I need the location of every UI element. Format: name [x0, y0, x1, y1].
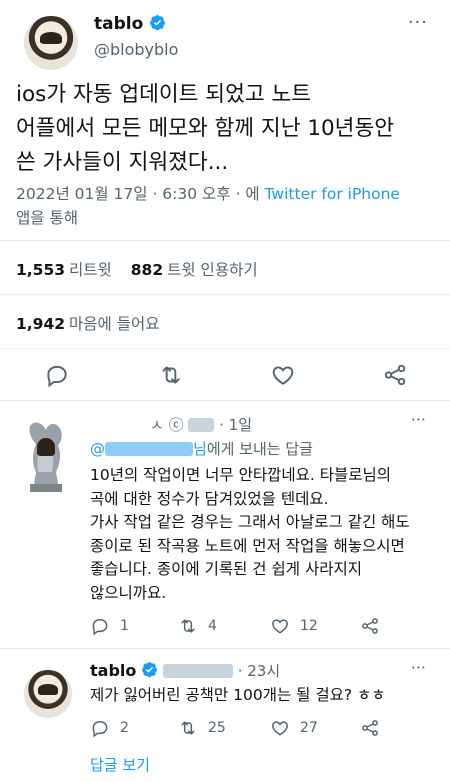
source-suffix: 앱을 통해 — [16, 209, 78, 227]
avatar[interactable] — [24, 16, 78, 70]
reply-button[interactable]: 2 — [90, 718, 129, 738]
reply-actions: 2 25 27 — [90, 718, 440, 742]
timestamp[interactable]: · 23시 — [238, 662, 280, 680]
reply-icon — [92, 618, 108, 636]
divider — [0, 348, 450, 349]
retweet-stats: 1,553 리트윗 882 트윗 인용하기 — [16, 258, 258, 280]
source-link[interactable]: Twitter for iPhone — [265, 185, 400, 203]
more-icon[interactable]: ··· — [411, 410, 426, 429]
like-button[interactable]: 12 — [270, 616, 318, 636]
reply-text: 제가 잃어버린 공책만 100개는 될 걸요? ㅎㅎ — [90, 686, 386, 704]
more-icon[interactable]: ··· — [411, 658, 426, 677]
avatar[interactable] — [24, 670, 72, 718]
reply-icon[interactable] — [44, 362, 70, 388]
like-icon — [272, 721, 288, 736]
share-button[interactable] — [360, 616, 380, 636]
retweet-button[interactable]: 4 — [178, 616, 217, 636]
likes-stats[interactable]: 1,942 마음에 들어요 — [16, 312, 160, 334]
verified-badge-icon — [150, 15, 166, 31]
redacted-name — [188, 418, 215, 432]
retweets-link[interactable]: 1,553 리트윗 — [16, 261, 112, 279]
retweet-icon — [181, 619, 195, 633]
reply-text: 10년의 작업이면 너무 안타깝네요. 타블로님의 곡에 대한 정수가 담겨있었… — [90, 466, 410, 602]
author-handle[interactable]: @blobyblo — [94, 40, 178, 59]
retweet-icon — [181, 721, 195, 735]
redacted-handle — [162, 664, 233, 678]
more-icon[interactable]: ··· — [408, 12, 428, 33]
divider — [0, 240, 450, 241]
statue-avatar-icon — [29, 422, 62, 492]
timestamp[interactable]: 2022년 01월 17일 · 6:30 오후 · 에 — [16, 185, 265, 203]
share-button[interactable] — [360, 718, 380, 738]
author-name[interactable]: tablo — [94, 14, 166, 34]
reply-header: ㅅ ⓒ · 1일 — [150, 416, 253, 434]
avatar[interactable] — [24, 414, 68, 494]
redacted-mention[interactable] — [105, 442, 193, 456]
like-icon[interactable] — [270, 362, 296, 388]
tweet-meta: 2022년 01월 17일 · 6:30 오후 · 에 Twitter for … — [16, 182, 436, 230]
share-icon[interactable] — [382, 362, 408, 388]
tweet-text: ios가 자동 업데이트 되었고 노트 어플에서 모든 메모와 함께 지난 10… — [16, 82, 395, 175]
replying-to: @ 님에게 보내는 답글 — [90, 440, 313, 458]
reply-button[interactable]: 1 — [90, 616, 129, 636]
quotes-link[interactable]: 882 트윗 인용하기 — [131, 261, 258, 279]
like-button[interactable]: 27 — [270, 718, 318, 738]
show-replies-link[interactable]: 답글 보기 — [90, 754, 150, 775]
reply-actions: 1 4 12 — [90, 616, 440, 640]
retweet-button[interactable]: 25 — [178, 718, 226, 738]
like-icon — [272, 619, 288, 634]
timestamp[interactable]: · 1일 — [219, 416, 252, 434]
divider — [0, 294, 450, 295]
verified-badge-icon — [142, 662, 158, 678]
share-icon — [362, 618, 378, 634]
author-name[interactable]: tablo — [90, 661, 136, 680]
reply-header: tablo · 23시 — [90, 660, 280, 681]
share-icon — [362, 720, 378, 736]
divider — [0, 400, 450, 401]
tweet-actions — [0, 358, 450, 394]
divider — [0, 648, 450, 649]
retweet-icon[interactable] — [158, 362, 184, 388]
reply-icon — [92, 720, 108, 738]
